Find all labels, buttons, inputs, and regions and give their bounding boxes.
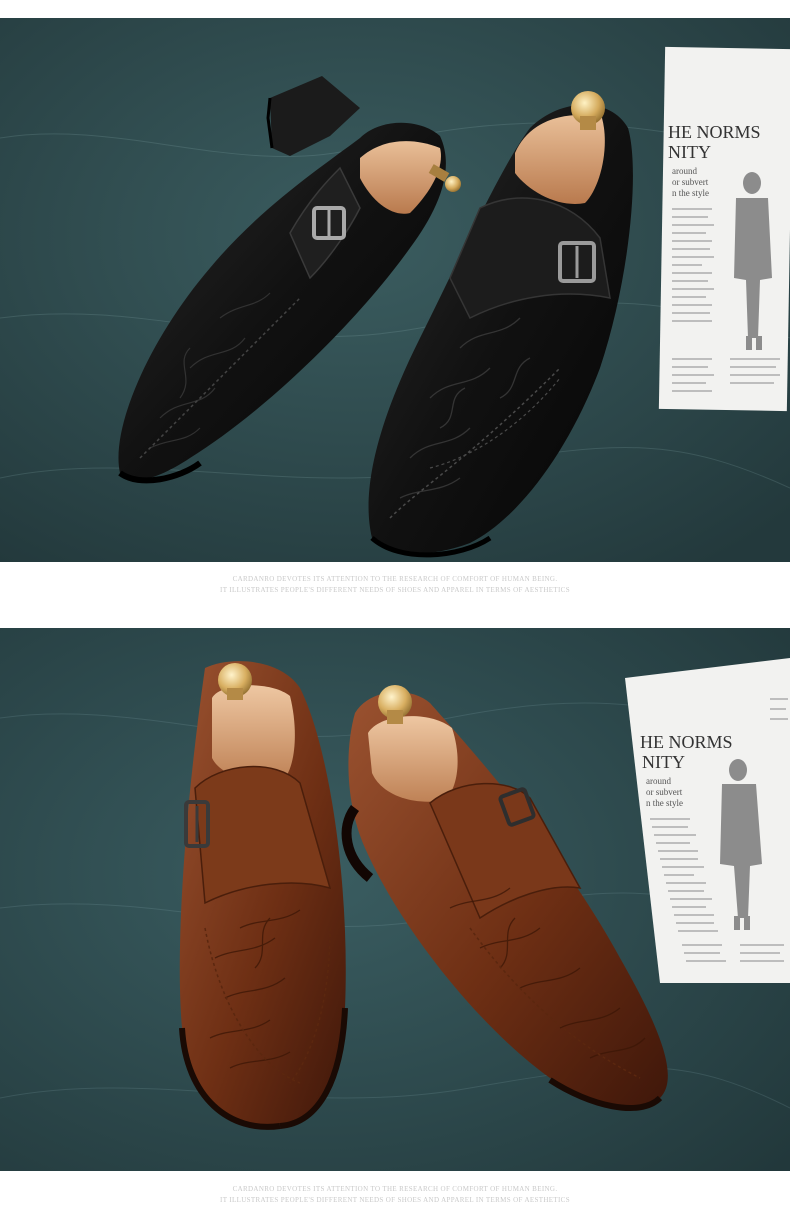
newspaper-headline-2: NITY — [642, 752, 685, 772]
newspaper-snippet-3: n the style — [646, 798, 683, 808]
newspaper-headline-1: HE NORMS — [640, 732, 733, 752]
caption-line-1: CARDANRO DEVOTES ITS ATTENTION TO THE RE… — [232, 575, 558, 583]
newspaper-snippet-2: or subvert — [646, 787, 683, 797]
newspaper-snippet-3: n the style — [672, 188, 709, 198]
newspaper-snippet-2: or subvert — [672, 177, 709, 187]
product-photo-brown: HE NORMS NITY around or subvert n the st… — [0, 628, 790, 1171]
shoe-tree-knob — [445, 176, 461, 192]
brand-caption-1: CARDANRO DEVOTES ITS ATTENTION TO THE RE… — [0, 574, 790, 596]
newspaper: HE NORMS NITY around or subvert n the st… — [658, 46, 790, 412]
newspaper-snippet-1: around — [672, 166, 697, 176]
photo-black-svg: HE NORMS NITY around or subvert n the st… — [0, 18, 790, 562]
caption-line-2: IT ILLUSTRATES PEOPLE'S DIFFERENT NEEDS … — [220, 1196, 570, 1204]
photo-brown-svg: HE NORMS NITY around or subvert n the st… — [0, 628, 790, 1171]
newspaper-headline-2: NITY — [668, 142, 711, 162]
caption-line-1: CARDANRO DEVOTES ITS ATTENTION TO THE RE… — [232, 1185, 558, 1193]
caption-line-2: IT ILLUSTRATES PEOPLE'S DIFFERENT NEEDS … — [220, 586, 570, 594]
brand-caption-2: CARDANRO DEVOTES ITS ATTENTION TO THE RE… — [0, 1184, 790, 1206]
newspaper-headline-1: HE NORMS — [668, 122, 761, 142]
newspaper-snippet-1: around — [646, 776, 671, 786]
product-photo-black: HE NORMS NITY around or subvert n the st… — [0, 18, 790, 562]
